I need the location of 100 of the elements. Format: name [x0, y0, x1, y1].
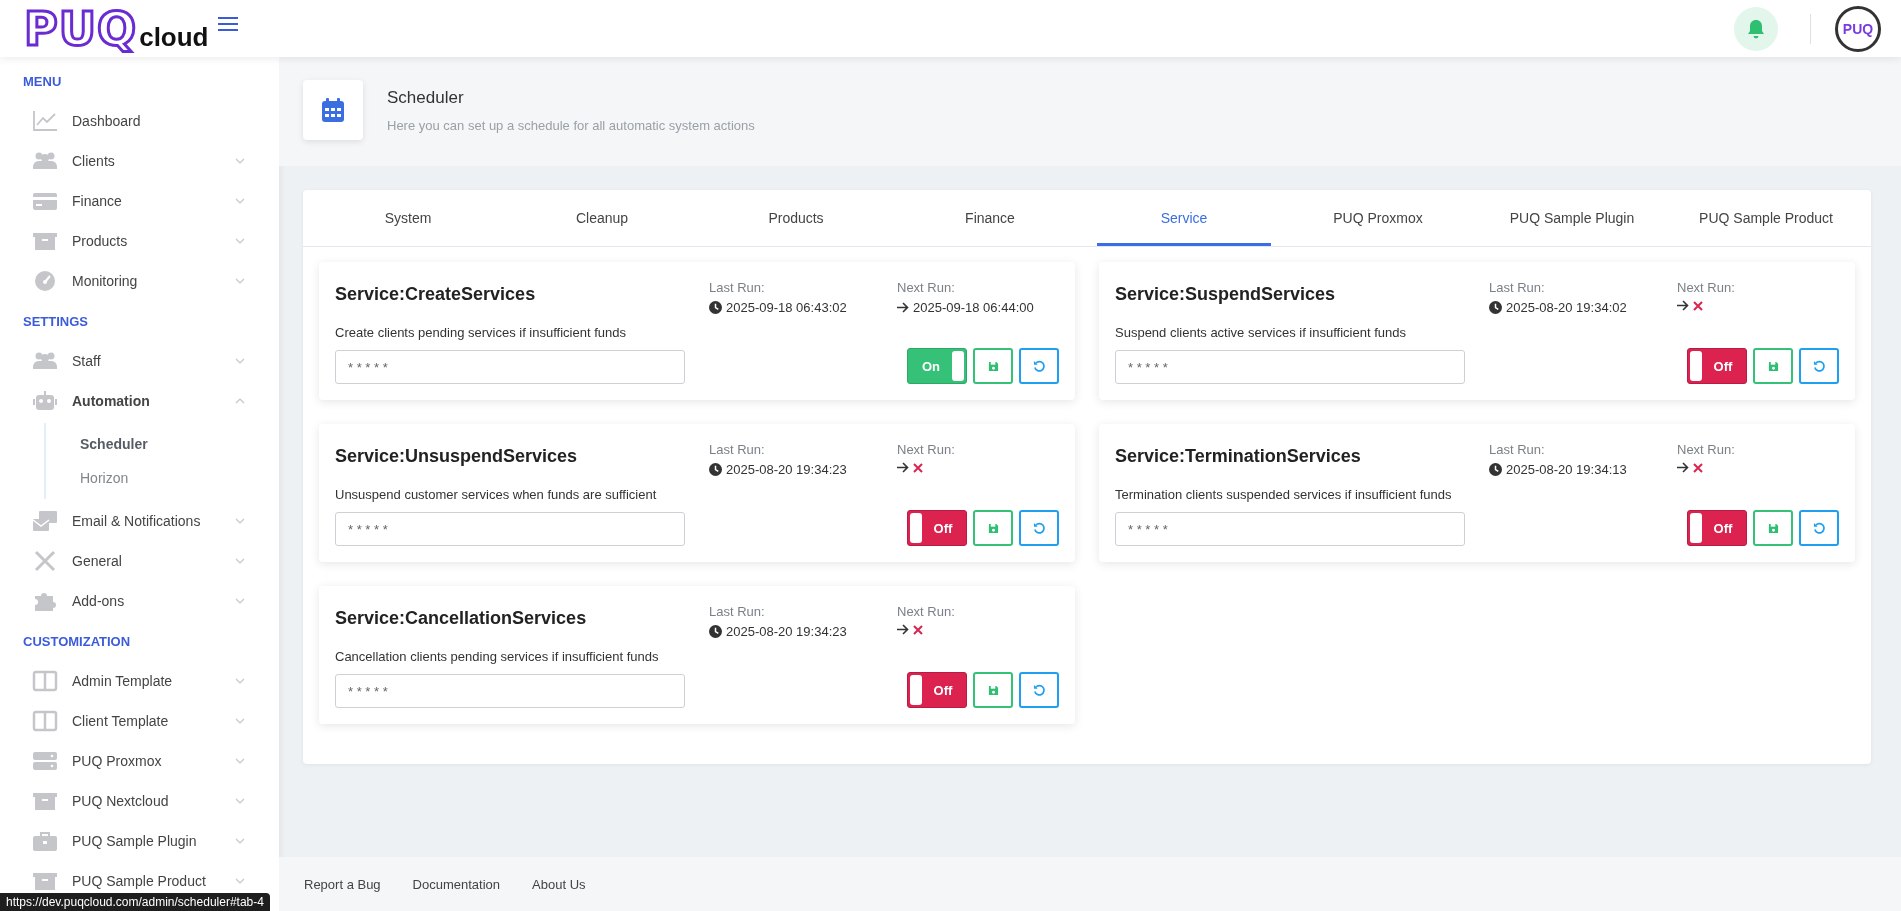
- chevron-icon: [235, 718, 245, 724]
- section-heading: CUSTOMIZATION: [22, 633, 132, 651]
- sidebar-item-label: Admin Template: [72, 673, 174, 689]
- sidebar-item-label: Products: [72, 233, 129, 249]
- arrow-right-icon: [1677, 462, 1689, 473]
- footer-link[interactable]: About Us: [532, 876, 586, 892]
- cron-input[interactable]: * * * * *: [335, 350, 685, 384]
- cross-icon: [1693, 300, 1703, 311]
- reset-button[interactable]: [1019, 348, 1059, 384]
- sidebar-item-label: Monitoring: [72, 273, 139, 289]
- job-name: Service:SuspendServices: [1115, 284, 1337, 305]
- sidebar-subitem[interactable]: Scheduler: [46, 427, 148, 461]
- toggle-switch[interactable]: Off: [1687, 348, 1747, 384]
- arrow-right-icon: [897, 462, 909, 473]
- sidebar-item[interactable]: Products: [0, 221, 279, 261]
- link-preview-tooltip: https://dev.puqcloud.com/admin/scheduler#tab-4: [0, 893, 270, 911]
- sidebar-item[interactable]: Client Template: [0, 701, 279, 741]
- footer-link[interactable]: Report a Bug: [304, 876, 381, 892]
- sidebar-item[interactable]: Automation: [0, 381, 279, 421]
- tab[interactable]: Finance: [903, 190, 1077, 246]
- reset-button[interactable]: [1019, 672, 1059, 708]
- cron-input[interactable]: * * * * *: [1115, 512, 1465, 546]
- box-icon: [32, 230, 58, 252]
- bell-icon: [1747, 18, 1765, 39]
- sidebar-item[interactable]: PUQ Nextcloud: [0, 781, 279, 821]
- chevron-icon: [235, 878, 245, 884]
- puzzle-icon: [32, 590, 58, 612]
- reset-button[interactable]: [1799, 510, 1839, 546]
- save-button[interactable]: [973, 510, 1013, 546]
- tab[interactable]: PUQ Sample Plugin: [1485, 190, 1659, 246]
- tab[interactable]: PUQ Proxmox: [1291, 190, 1465, 246]
- sidebar-item-label: PUQ Sample Product: [72, 873, 207, 889]
- save-button[interactable]: [1753, 510, 1793, 546]
- chevron-icon: [235, 758, 245, 764]
- tab[interactable]: Service: [1097, 190, 1271, 246]
- last-run-label: Last Run:: [709, 604, 766, 619]
- clock-icon: [709, 301, 722, 314]
- layout-icon: [32, 710, 58, 732]
- box-icon: [32, 790, 58, 812]
- cross-icon: [1693, 462, 1703, 473]
- calendar-icon: [321, 97, 345, 123]
- chevron-icon: [235, 398, 245, 404]
- tab[interactable]: System: [321, 190, 495, 246]
- sidebar-item[interactable]: Clients: [0, 141, 279, 181]
- sidebar-item[interactable]: Add-ons: [0, 581, 279, 621]
- sidebar-item-label: Staff: [72, 353, 102, 369]
- sidebar-item-label: General: [72, 553, 123, 569]
- sidebar-item[interactable]: Email & Notifications: [0, 501, 279, 541]
- sidebar-subitem[interactable]: Horizon: [46, 461, 129, 495]
- page-subtitle: Here you can set up a schedule for all automatic system actions: [387, 117, 755, 133]
- briefcase-icon: [32, 830, 58, 852]
- sidebar-item[interactable]: PUQ Proxmox: [0, 741, 279, 781]
- job-description: Cancellation clients pending services if insufficient funds: [335, 649, 660, 664]
- save-button[interactable]: [973, 348, 1013, 384]
- clock-icon: [709, 625, 722, 638]
- sidebar-item[interactable]: Monitoring: [0, 261, 279, 301]
- sidebar-item[interactable]: General: [0, 541, 279, 581]
- next-run-label: Next Run:: [897, 280, 956, 295]
- cron-input[interactable]: * * * * *: [1115, 350, 1465, 384]
- undo-icon: [1032, 359, 1046, 373]
- cron-input[interactable]: * * * * *: [335, 674, 685, 708]
- footer-link[interactable]: Documentation: [412, 876, 501, 892]
- notifications-button[interactable]: [1734, 6, 1778, 51]
- arrow-right-icon: [1677, 300, 1689, 311]
- cron-input[interactable]: * * * * *: [335, 512, 685, 546]
- arrow-right-icon: [897, 624, 909, 635]
- box-icon: [32, 870, 58, 892]
- job-description: Termination clients suspended services if insufficient funds: [1115, 487, 1453, 502]
- user-avatar[interactable]: PUQ: [1835, 5, 1881, 52]
- chevron-icon: [235, 678, 245, 684]
- sidebar-item-label: Client Template: [72, 713, 170, 729]
- last-run-time: 2025-09-18 06:43:02: [726, 300, 847, 315]
- undo-icon: [1032, 683, 1046, 697]
- sidebar-item-label: Clients: [72, 153, 116, 169]
- toggle-switch[interactable]: Off: [907, 672, 967, 708]
- chevron-icon: [235, 198, 245, 204]
- toggle-switch[interactable]: Off: [1687, 510, 1747, 546]
- reset-button[interactable]: [1799, 348, 1839, 384]
- toggle-switch[interactable]: Off: [907, 510, 967, 546]
- tab[interactable]: Products: [709, 190, 883, 246]
- reset-button[interactable]: [1019, 510, 1059, 546]
- save-button[interactable]: [973, 672, 1013, 708]
- card-icon: [32, 190, 58, 212]
- tab[interactable]: PUQ Sample Product: [1679, 190, 1853, 246]
- sidebar-item[interactable]: Staff: [0, 341, 279, 381]
- clock-icon: [1489, 463, 1502, 476]
- people-icon: [32, 350, 58, 372]
- tab[interactable]: Cleanup: [515, 190, 689, 246]
- menu-icon[interactable]: [216, 15, 239, 32]
- cross-icon: [913, 462, 923, 473]
- sidebar-item[interactable]: Dashboard: [0, 101, 279, 141]
- sidebar-item[interactable]: Finance: [0, 181, 279, 221]
- sidebar-item[interactable]: Admin Template: [0, 661, 279, 701]
- next-run-time: 2025-09-18 06:44:00: [913, 300, 1034, 315]
- sidebar-item[interactable]: PUQ Sample Plugin: [0, 821, 279, 861]
- save-button[interactable]: [1753, 348, 1793, 384]
- logo[interactable]: PUQcloud: [24, 5, 209, 52]
- clock-icon: [709, 463, 722, 476]
- page-title: Scheduler: [387, 87, 465, 108]
- job-description: Unsuspend customer services when funds are sufficient: [335, 487, 658, 502]
